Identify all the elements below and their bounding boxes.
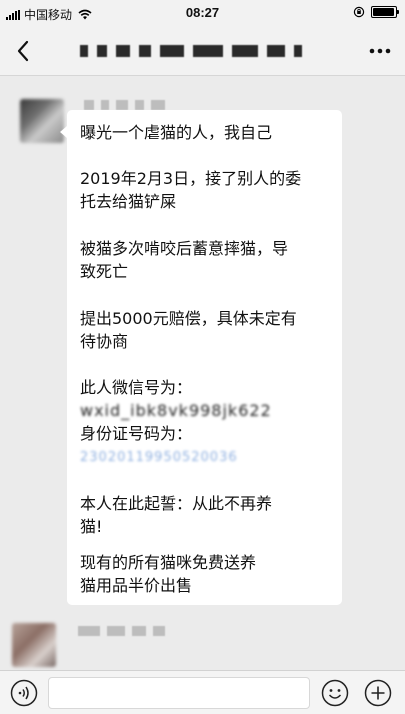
sender-name-obscured bbox=[78, 625, 165, 637]
avatar[interactable] bbox=[20, 99, 64, 143]
id-number-obscured[interactable]: 23020119950520036 bbox=[80, 449, 238, 467]
input-bar bbox=[0, 670, 405, 714]
message-line: 2019年2月3日，接了别人的委 托去给猫铲屎 bbox=[80, 169, 302, 211]
chat-title-obscured bbox=[80, 42, 325, 60]
wechat-id-obscured: wxid_ibk8vk998jk622 bbox=[80, 401, 272, 420]
status-time: 08:27 bbox=[185, 5, 220, 20]
message-line: 提出5000元赔偿，具体未定有 待协商 bbox=[80, 309, 297, 351]
back-chevron-icon[interactable] bbox=[12, 38, 36, 64]
message-line: 身份证号码为： bbox=[80, 424, 193, 443]
message-line: 曝光一个虐猫的人，我自己 bbox=[80, 123, 273, 142]
message-bubble[interactable]: 曝光一个虐猫的人，我自己 2019年2月3日，接了别人的委 托去给猫铲屎 被猫多… bbox=[60, 110, 342, 605]
chat-area[interactable]: 曝光一个虐猫的人，我自己 2019年2月3日，接了别人的委 托去给猫铲屎 被猫多… bbox=[0, 77, 405, 670]
message-input[interactable] bbox=[48, 677, 310, 709]
plus-icon[interactable] bbox=[364, 679, 392, 707]
message-line: 被猫多次啃咬后蓄意摔猫，导 致死亡 bbox=[80, 239, 289, 281]
more-dots-icon[interactable] bbox=[369, 48, 391, 54]
status-right bbox=[353, 6, 399, 18]
message-line: 本人在此起誓：从此不再养 猫! bbox=[80, 494, 273, 536]
message-line: 现有的所有猫咪免费送养 猫用品半价出售 bbox=[80, 553, 257, 595]
nav-bar bbox=[0, 26, 405, 76]
voice-icon[interactable] bbox=[10, 679, 38, 707]
emoji-icon[interactable] bbox=[321, 679, 349, 707]
status-bar: 中国移动 08:27 bbox=[0, 0, 405, 26]
message-line: 此人微信号为： bbox=[80, 378, 193, 397]
battery-icon bbox=[371, 6, 399, 18]
avatar[interactable] bbox=[12, 623, 56, 667]
rotation-lock-icon bbox=[353, 6, 365, 18]
